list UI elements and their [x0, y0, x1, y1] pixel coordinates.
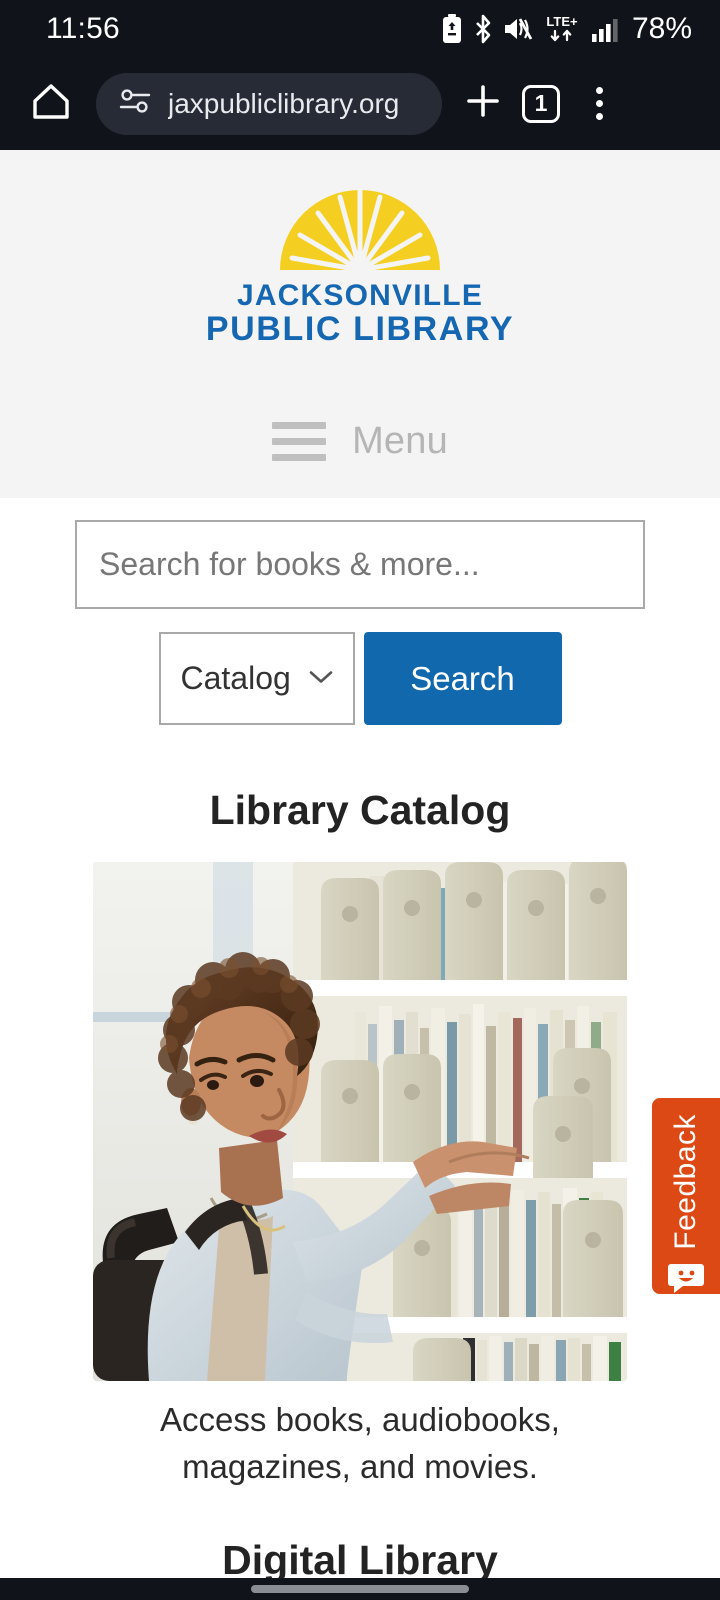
signal-bars-icon — [591, 15, 619, 43]
browser-menu-button[interactable] — [570, 75, 628, 133]
smiley-speech-bubble-icon — [667, 1260, 705, 1299]
phone-screen: 11:56 LTE+ 78% jaxpubliclibrary.org 1 JA… — [0, 0, 720, 1600]
status-icon-group: LTE+ 78% — [441, 12, 692, 46]
feedback-tab[interactable]: Feedback — [652, 1098, 720, 1294]
tab-switcher-button[interactable]: 1 — [512, 75, 570, 133]
section-title-digital-library: Digital Library — [222, 1536, 498, 1578]
search-scope-value: Catalog — [180, 660, 291, 696]
plus-icon — [462, 80, 504, 127]
hamburger-icon — [272, 422, 327, 462]
site-header: JACKSONVILLE PUBLIC LIBRARY Menu — [0, 150, 720, 498]
web-page-content: JACKSONVILLE PUBLIC LIBRARY Menu Catalog — [0, 150, 720, 1578]
home-gesture-pill[interactable] — [251, 1585, 469, 1593]
home-button[interactable] — [24, 77, 78, 131]
new-tab-button[interactable] — [454, 75, 512, 133]
search-controls: Catalog Search — [0, 632, 720, 725]
mute-vibrate-icon — [503, 15, 533, 43]
tab-count-badge: 1 — [522, 84, 560, 123]
status-clock: 11:56 — [46, 11, 120, 45]
search-input[interactable] — [75, 520, 645, 609]
library-shelf-photo — [93, 862, 627, 1381]
battery-percent-label: 78% — [631, 11, 692, 45]
search-scope-select[interactable]: Catalog — [158, 632, 355, 725]
browser-toolbar: jaxpubliclibrary.org 1 — [0, 57, 720, 150]
chevron-down-icon — [307, 667, 335, 690]
home-icon — [29, 79, 73, 128]
feedback-label: Feedback — [669, 1114, 702, 1250]
logo-line-jacksonville: JACKSONVILLE — [236, 279, 484, 312]
sunburst-logo-icon — [280, 188, 440, 275]
url-text[interactable]: jaxpubliclibrary.org — [168, 88, 399, 120]
library-catalog-image[interactable] — [93, 862, 627, 1381]
omnibox[interactable]: jaxpubliclibrary.org — [96, 72, 442, 135]
logo-wordmark: JACKSONVILLE PUBLIC LIBRARY — [205, 279, 515, 348]
lte-data-icon: LTE+ — [542, 13, 582, 45]
menu-label: Menu — [352, 420, 448, 463]
logo-line-public-library: PUBLIC LIBRARY — [205, 309, 515, 348]
android-status-bar: 11:56 LTE+ 78% — [0, 0, 720, 57]
search-button[interactable]: Search — [363, 632, 562, 725]
library-catalog-caption: Access books, audiobooks, magazines, and… — [160, 1401, 560, 1485]
menu-toggle[interactable]: Menu — [0, 420, 720, 463]
svg-text:LTE+: LTE+ — [546, 14, 578, 29]
site-settings-tune-icon[interactable] — [118, 87, 152, 120]
section-title-library-catalog: Library Catalog — [209, 787, 511, 833]
search-area: Catalog Search — [0, 498, 720, 725]
battery-saver-icon — [441, 13, 463, 44]
android-nav-bar — [0, 1578, 720, 1600]
three-dot-menu-icon — [595, 87, 603, 120]
site-logo[interactable]: JACKSONVILLE PUBLIC LIBRARY — [0, 188, 720, 346]
bluetooth-icon — [472, 14, 494, 44]
